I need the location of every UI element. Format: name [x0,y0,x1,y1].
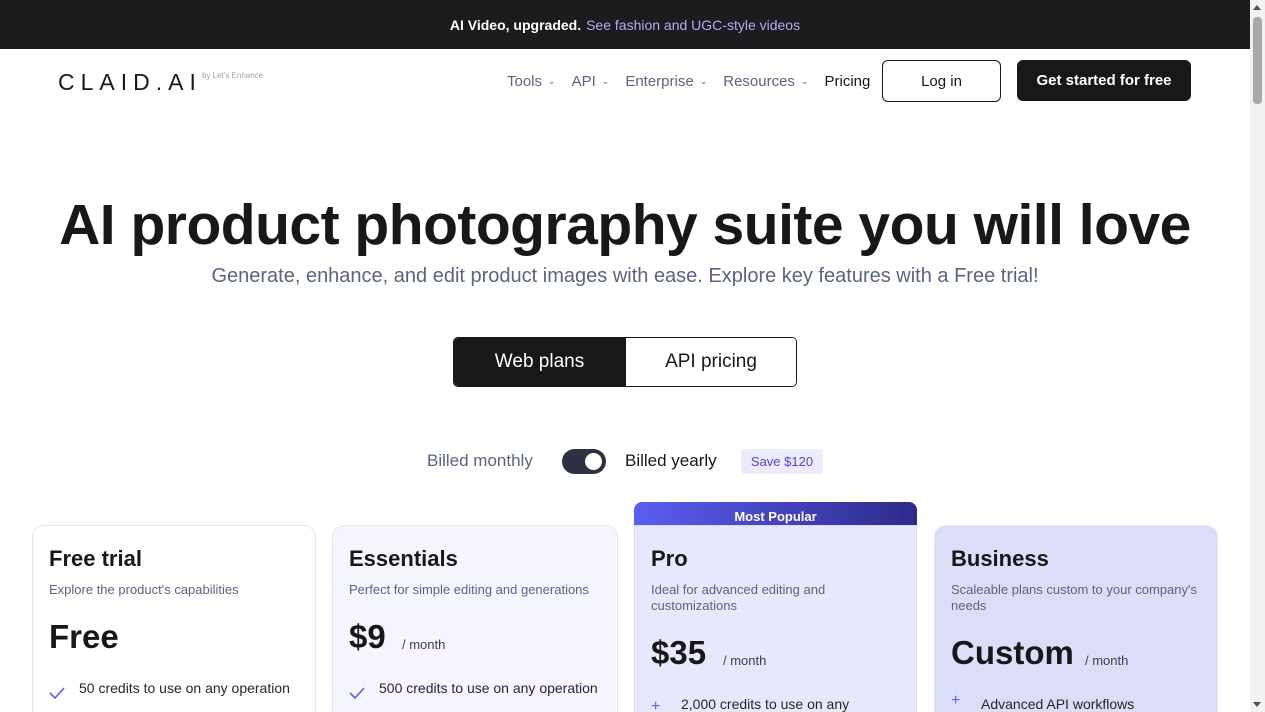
chevron-down-icon: ⌄ [601,76,610,86]
announcement-bar: AI Video, upgraded. See fashion and UGC-… [0,0,1250,49]
plan-price: Free [49,618,119,655]
page-scrollbar[interactable] [1250,0,1265,712]
scroll-up-arrow-icon[interactable] [1253,5,1261,10]
plan-price: $35 [651,634,707,671]
chevron-down-icon: ⌄ [699,76,708,86]
chevron-down-icon: ⌄ [548,76,556,86]
plan-price: $9 [349,618,386,655]
plan-price: Custom [951,634,1074,671]
nav-item-api[interactable]: API ⌄ [572,73,610,90]
nav-item-enterprise[interactable]: Enterprise ⌄ [625,73,707,90]
page-subtitle: Generate, enhance, and edit product imag… [211,265,1039,287]
scroll-down-arrow-icon[interactable] [1253,702,1261,707]
plan-name: Pro [651,546,688,571]
nav-item-tools[interactable]: Tools ⌄ [507,73,556,90]
nav-item-label: Enterprise [625,73,694,90]
tab-api-pricing[interactable]: API pricing [625,338,796,386]
checkmark-icon [49,686,65,704]
plan-period: / month [402,637,446,652]
plan-description: Scaleable plans custom to your company's… [951,582,1197,613]
plan-card-essentials: Essentials Perfect for simple editing an… [332,525,618,712]
plan-name: Essentials [349,546,458,571]
nav-item-resources[interactable]: Resources ⌄ [723,73,808,90]
plan-period: / month [723,653,767,668]
scrollbar-thumb[interactable] [1253,17,1262,104]
logo[interactable]: CLAID.AI [58,69,202,96]
plan-card-free: Free trial Explore the product's capabil… [32,525,316,712]
plan-name: Free trial [49,546,142,571]
site-header: CLAID.AI by Let's Enhance Tools ⌄ API ⌄ … [0,49,1250,113]
plus-icon: + [951,692,961,709]
nav-item-label: API [571,73,596,90]
chevron-down-icon: ⌄ [800,76,809,86]
nav-item-label: Pricing [824,73,871,90]
plan-description: Ideal for advanced editing and customiza… [651,582,826,613]
billed-monthly-label[interactable]: Billed monthly [427,451,533,471]
nav-item-label: Tools [507,73,543,90]
plan-name: Business [951,546,1049,571]
main-nav: Tools ⌄ API ⌄ Enterprise ⌄ Resources ⌄ P… [507,73,870,90]
plan-feature: Advanced API workflows [981,696,1135,712]
plan-feature: 50 credits to use on any operation [79,680,290,696]
page-title: AI product photography suite you will lo… [59,193,1191,257]
plan-period: / month [1085,653,1129,668]
logo-subtitle: by Let's Enhance [202,71,264,80]
login-button[interactable]: Log in [882,60,1001,102]
plan-description: Explore the product's capabilities [49,582,239,597]
billed-yearly-label[interactable]: Billed yearly [625,451,717,471]
announcement-link[interactable]: See fashion and UGC-style videos [586,17,800,33]
plan-card-business: Business Scaleable plans custom to your … [934,525,1218,712]
plan-type-toggle: Web plans API pricing [453,337,797,387]
plus-icon: + [651,698,661,712]
save-badge: Save $120 [741,449,823,474]
get-started-button[interactable]: Get started for free [1017,60,1191,101]
announcement-text: AI Video, upgraded. [449,16,582,33]
nav-item-label: Resources [723,73,795,90]
nav-item-pricing[interactable]: Pricing [824,73,870,90]
tab-web-plans[interactable]: Web plans [454,338,625,386]
plan-card-pro: Pro Ideal for advanced editing and custo… [634,525,917,712]
plan-feature: 500 credits to use on any operation [379,680,598,696]
switch-knob [585,453,602,470]
billing-toggle-switch[interactable] [562,449,606,474]
plan-description: Perfect for simple editing and generatio… [349,582,589,597]
checkmark-icon [349,686,365,704]
plan-feature: 2,000 credits to use on any [681,696,850,712]
